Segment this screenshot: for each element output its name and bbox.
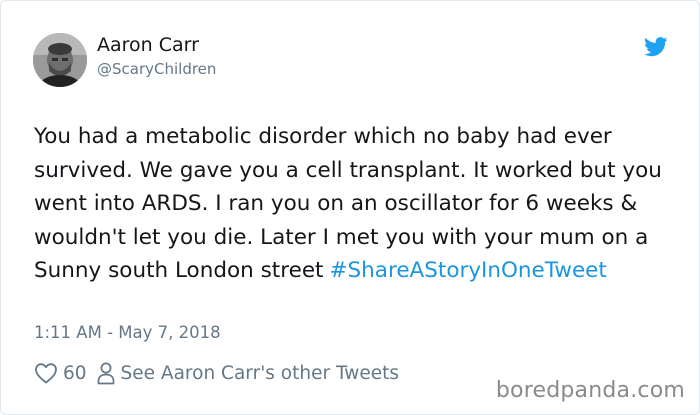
like-count[interactable]: 60 <box>63 363 87 384</box>
hashtag-link[interactable]: #ShareAStoryInOneTweet <box>329 258 606 283</box>
tweet-card: Aaron Carr @ScaryChildren You had a meta… <box>0 0 700 415</box>
person-icon[interactable] <box>97 361 115 385</box>
avatar[interactable] <box>33 33 87 87</box>
tweet-actions: 60 See Aaron Carr's other Tweets <box>34 359 399 387</box>
avatar-image <box>33 33 87 87</box>
tweet-text: You had a metabolic disorder which no ba… <box>34 120 684 288</box>
watermark: boredpanda.com <box>495 378 685 403</box>
other-tweets-link[interactable]: See Aaron Carr's other Tweets <box>121 363 399 384</box>
twitter-bird-icon[interactable] <box>644 37 668 57</box>
tweet-timestamp[interactable]: 1:11 AM - May 7, 2018 <box>34 323 221 342</box>
heart-icon[interactable] <box>34 362 58 384</box>
author-name[interactable]: Aaron Carr <box>97 34 199 56</box>
author-handle[interactable]: @ScaryChildren <box>97 60 216 78</box>
